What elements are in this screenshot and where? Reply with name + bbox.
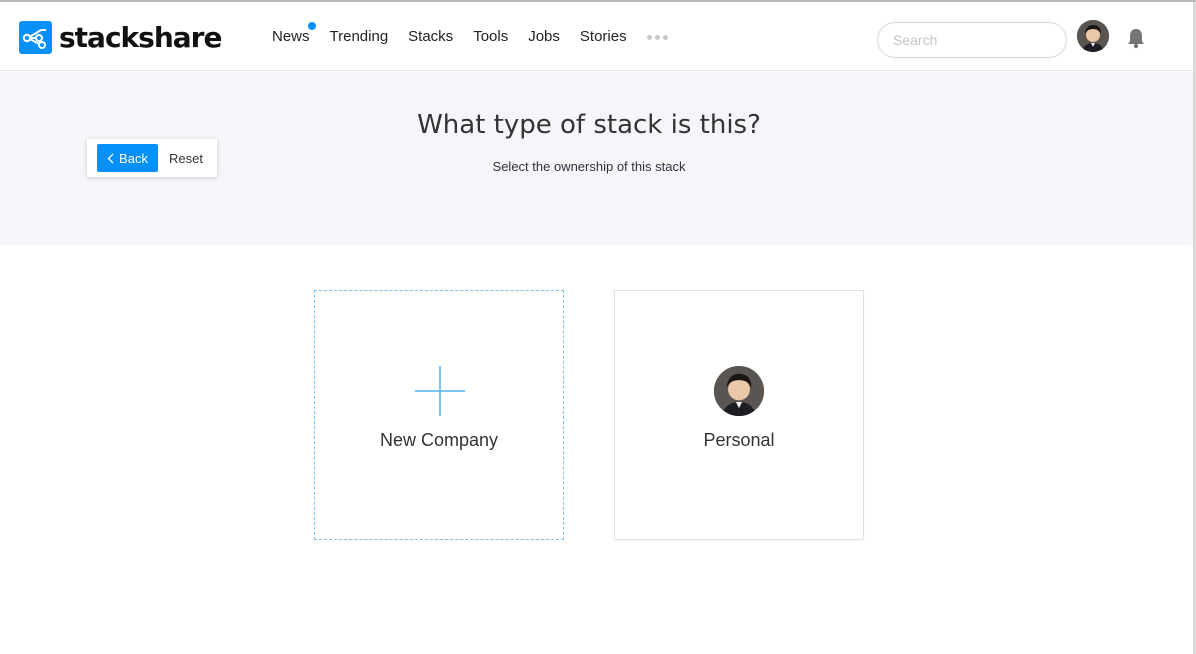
back-button[interactable]: Back — [97, 144, 158, 172]
user-avatar[interactable] — [1077, 20, 1109, 52]
chevron-left-icon — [107, 153, 114, 163]
search-input[interactable] — [877, 22, 1067, 58]
stackshare-logo-icon — [19, 21, 52, 54]
nav-news-label: News — [272, 28, 310, 45]
nav-stacks[interactable]: Stacks — [408, 27, 453, 47]
brand-name: stackshare — [59, 21, 222, 54]
option-label: Personal — [703, 430, 775, 450]
bell-icon[interactable] — [1126, 27, 1146, 54]
nav-stories[interactable]: Stories — [580, 27, 627, 47]
option-new-company[interactable]: New Company — [314, 290, 564, 540]
option-personal[interactable]: Personal — [614, 290, 864, 540]
avatar — [714, 366, 764, 416]
reset-button[interactable]: Reset — [165, 144, 207, 172]
page-title: What type of stack is this? — [417, 110, 761, 140]
nav-news[interactable]: News — [272, 22, 316, 47]
main-nav: News Trending Stacks Tools Jobs Stories — [272, 22, 671, 47]
brand-logo[interactable]: stackshare — [19, 21, 222, 54]
nav-trending[interactable]: Trending — [330, 27, 389, 47]
more-menu-ellipsis-icon[interactable] — [646, 27, 671, 47]
option-label: New Company — [379, 430, 499, 450]
top-navbar: stackshare News Trending Stacks Tools Jo… — [0, 2, 1193, 71]
nav-tools[interactable]: Tools — [473, 27, 508, 47]
back-label: Back — [119, 150, 148, 166]
plus-icon — [415, 366, 465, 416]
nav-jobs[interactable]: Jobs — [528, 27, 560, 47]
wizard-actions: Back Reset — [87, 139, 217, 177]
news-notification-dot — [307, 22, 316, 30]
